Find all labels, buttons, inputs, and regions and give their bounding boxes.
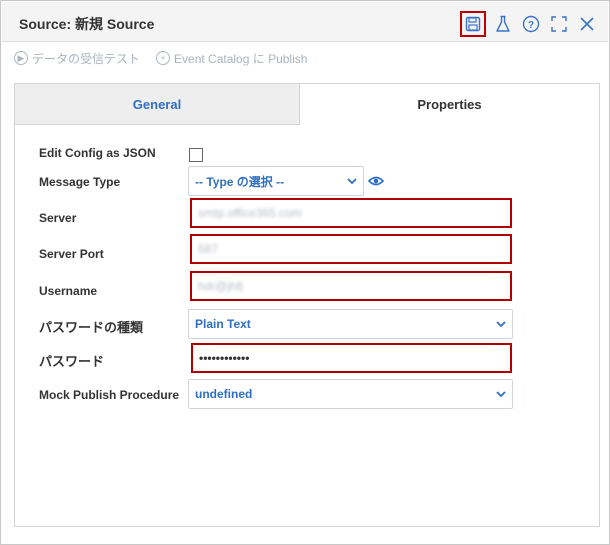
source-dialog: Source: 新規 Source ? ▶ データの受信テスト + Event … xyxy=(0,0,610,545)
username-row: Username hdr@jhfj xyxy=(15,271,599,301)
server-value: smtp.office365.com xyxy=(198,206,302,220)
password-row: パスワード •••••••••••• xyxy=(15,343,599,373)
publish-label: Event Catalog に Publish xyxy=(174,51,308,66)
message-type-value: -- Type の選択 -- xyxy=(195,174,285,189)
mock-publish-select[interactable]: undefined xyxy=(188,379,513,409)
plus-icon: + xyxy=(156,51,171,65)
server-port-row: Server Port 587 xyxy=(15,234,599,264)
server-row: Server smtp.office365.com xyxy=(15,198,599,228)
mock-publish-label: Mock Publish Procedure xyxy=(39,388,180,402)
dialog-titlebar: Source: 新規 Source ? xyxy=(2,2,608,42)
titlebar-actions: ? xyxy=(460,11,598,37)
server-input[interactable]: smtp.office365.com xyxy=(190,198,512,228)
server-port-value: 587 xyxy=(198,242,219,256)
password-input[interactable]: •••••••••••• xyxy=(191,343,512,373)
receive-test-label: データの受信テスト xyxy=(32,51,141,66)
mock-publish-row: Mock Publish Procedure undefined xyxy=(15,379,599,409)
message-type-select[interactable]: -- Type の選択 -- xyxy=(188,166,364,196)
tab-general[interactable]: General xyxy=(15,84,300,125)
username-value: hdr@jhfj xyxy=(198,279,243,293)
svg-text:?: ? xyxy=(528,20,534,31)
properties-panel: General Properties Edit Config as JSON M… xyxy=(14,83,600,527)
edit-config-checkbox[interactable] xyxy=(189,148,203,162)
chevron-down-icon xyxy=(341,177,363,185)
server-label: Server xyxy=(39,211,77,225)
help-icon[interactable]: ? xyxy=(520,13,542,35)
expand-icon[interactable] xyxy=(548,13,570,35)
receive-test-button[interactable]: ▶ データの受信テスト xyxy=(14,50,140,67)
username-input[interactable]: hdr@jhfj xyxy=(190,271,512,301)
close-icon[interactable] xyxy=(576,13,598,35)
password-value: •••••••••••• xyxy=(199,351,250,365)
username-label: Username xyxy=(39,284,98,298)
password-label: パスワード xyxy=(39,354,105,369)
password-type-select[interactable]: Plain Text xyxy=(188,309,513,339)
message-type-label: Message Type xyxy=(39,175,121,189)
server-port-input[interactable]: 587 xyxy=(190,234,512,264)
eye-icon[interactable] xyxy=(367,174,385,192)
save-icon[interactable] xyxy=(460,11,486,37)
password-type-label: パスワードの種類 xyxy=(39,320,144,335)
publish-button[interactable]: + Event Catalog に Publish xyxy=(156,50,307,67)
dialog-toolbar: ▶ データの受信テスト + Event Catalog に Publish xyxy=(2,43,608,73)
edit-config-label: Edit Config as JSON xyxy=(39,146,156,160)
tab-properties[interactable]: Properties xyxy=(300,84,599,125)
chevron-down-icon xyxy=(490,390,512,398)
flask-icon[interactable] xyxy=(492,13,514,35)
server-port-label: Server Port xyxy=(39,247,104,261)
tab-bar: General Properties xyxy=(15,84,599,125)
password-type-row: パスワードの種類 Plain Text xyxy=(15,309,599,339)
chevron-down-icon xyxy=(490,320,512,328)
mock-publish-value: undefined xyxy=(195,387,253,401)
play-icon: ▶ xyxy=(14,51,28,65)
dialog-title: Source: 新規 Source xyxy=(19,16,155,32)
password-type-value: Plain Text xyxy=(195,317,251,331)
message-type-row: Message Type -- Type の選択 -- xyxy=(15,166,599,196)
